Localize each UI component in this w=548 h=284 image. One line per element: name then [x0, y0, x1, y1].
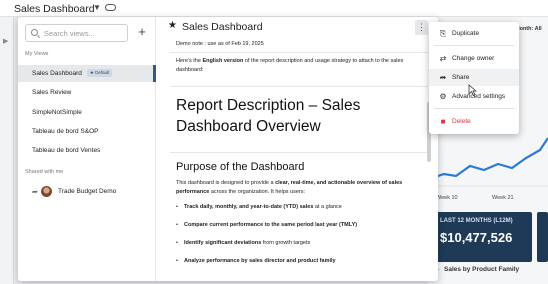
view-item-sales-dashboard[interactable]: Sales Dashboard ★ Default: [18, 65, 156, 82]
search-icon: [31, 29, 38, 36]
menu-item-label: Change owner: [452, 55, 495, 62]
shared-item-label: Trade Budget Demo: [58, 188, 117, 195]
more-options-button[interactable]: ⋮: [415, 20, 428, 35]
search-box: [25, 24, 128, 42]
demo-note: Demo note : use as of Feb 19, 2025: [176, 41, 264, 47]
kpi-card: LAST 12 MONTHS (L12M) $10,477,526: [432, 212, 532, 262]
kpi-card-label: LAST 12 MONTHS (L12M): [440, 218, 513, 224]
report-heading: Report Description – Sales Dashboard Ove…: [176, 97, 361, 135]
link-icon[interactable]: [105, 4, 116, 11]
background-line-chart: [432, 137, 548, 187]
month-filter-label[interactable]: Month: All: [515, 26, 542, 32]
view-item-label: SimpleNotSimple: [32, 109, 82, 116]
add-view-button[interactable]: +: [135, 23, 149, 41]
view-options-menu: ⎘ Duplicate ⇄ Change owner ➦ Share ⚙ Adv…: [429, 22, 519, 134]
menu-item-label: Share: [452, 74, 470, 81]
search-input[interactable]: [44, 26, 126, 40]
menu-item-label: Advanced settings: [452, 93, 506, 100]
bullet-bold: Analyze performance by sales director an…: [184, 258, 336, 264]
default-badge: ★ Default: [86, 69, 113, 78]
purpose-post: across the organization. It helps users:: [209, 189, 306, 195]
kpi-card-partial: [537, 212, 548, 262]
view-item-tableau-ventes[interactable]: Tableau de bord Ventes: [18, 142, 156, 159]
chevron-right-icon[interactable]: ▶: [3, 37, 8, 45]
view-item-simplenotsimple[interactable]: SimpleNotSimple: [18, 104, 156, 121]
share-arrow-icon: ➦: [32, 189, 38, 196]
view-content: ★ Sales Dashboard ⋮ Demo note : use as o…: [157, 17, 438, 281]
content-title: Sales Dashboard: [182, 21, 263, 33]
intro-text: Here's the English version of the report…: [176, 57, 426, 75]
divider: [170, 86, 428, 87]
background-left-rail: ▶: [0, 17, 14, 284]
gear-icon: ⚙: [439, 92, 447, 101]
bullet-rest: from growth targets: [261, 240, 311, 246]
bullet-item: Track daily, monthly, and year-to-date (…: [176, 204, 342, 210]
shared-item-trade-budget-demo[interactable]: ➦ Trade Budget Demo: [18, 183, 156, 201]
bullet-item: Analyze performance by sales director an…: [176, 258, 336, 264]
menu-item-label: Delete: [452, 118, 471, 125]
view-item-label: Sales Dashboard: [32, 70, 82, 77]
menu-item-label: Duplicate: [452, 30, 480, 37]
bullet-item: Identify significant deviations from gro…: [176, 240, 310, 246]
app-title[interactable]: Sales Dashboard: [14, 3, 95, 15]
section-heading: Purpose of the Dashboard: [176, 161, 305, 173]
menu-divider: [434, 45, 514, 46]
divider: [170, 52, 428, 53]
duplicate-icon: ⎘: [439, 29, 447, 38]
views-modal: + My Views Sales Dashboard ★ Default Sale…: [18, 17, 438, 281]
kpi-card-value: $10,477,526: [440, 230, 513, 245]
star-icon[interactable]: ★: [168, 20, 177, 31]
bullet-bold: Identify significant deviations: [184, 240, 262, 246]
divider: [170, 152, 428, 153]
chart-series-line: [432, 137, 548, 180]
bullet-item: Compare current performance to the same …: [176, 222, 357, 228]
intro-text-pre: Here's the: [176, 58, 203, 64]
change-owner-icon: ⇄: [439, 54, 447, 63]
bullet-bold: Compare current performance to the same …: [184, 222, 358, 228]
my-views-label: My Views: [25, 51, 49, 57]
view-item-tableau-sop[interactable]: Tableau de bord S&OP: [18, 123, 156, 140]
view-item-label: Sales Review: [32, 89, 72, 96]
menu-item-duplicate[interactable]: ⎘ Duplicate: [429, 25, 519, 42]
shared-with-me-label: Shared with me: [25, 169, 64, 175]
mouse-cursor-icon: [468, 84, 477, 96]
content-header: ★ Sales Dashboard ⋮: [157, 17, 438, 37]
view-item-label: Tableau de bord S&OP: [32, 128, 99, 135]
chevron-down-icon[interactable]: ▼: [93, 3, 101, 12]
view-item-sales-review[interactable]: Sales Review: [18, 84, 156, 101]
view-item-label: Tableau de bord Ventes: [32, 147, 101, 154]
week-label: Week 21: [492, 195, 514, 201]
app-topbar: Sales Dashboard ▼: [0, 0, 548, 17]
delete-icon: ■: [440, 117, 446, 126]
chart-section-title: Sales by Product Family: [444, 266, 520, 273]
purpose-pre: This dashboard is designed to provide a: [176, 180, 276, 186]
avatar: [41, 186, 52, 197]
menu-item-delete[interactable]: ■ Delete: [429, 113, 519, 130]
report-description: Demo note : use as of Feb 19, 2025 Here'…: [157, 37, 438, 281]
intro-text-bold: English version: [202, 58, 244, 64]
purpose-paragraph: This dashboard is designed to provide a …: [176, 179, 426, 197]
bullet-bold: Track daily, monthly, and year-to-date (…: [184, 204, 314, 210]
bullet-rest: at a glance: [313, 204, 342, 210]
menu-divider: [434, 108, 514, 109]
share-icon: ➦: [439, 73, 447, 82]
views-sidebar: + My Views Sales Dashboard ★ Default Sale…: [18, 17, 156, 281]
menu-item-change-owner[interactable]: ⇄ Change owner: [429, 50, 519, 67]
week-label: Week 10: [436, 195, 458, 201]
